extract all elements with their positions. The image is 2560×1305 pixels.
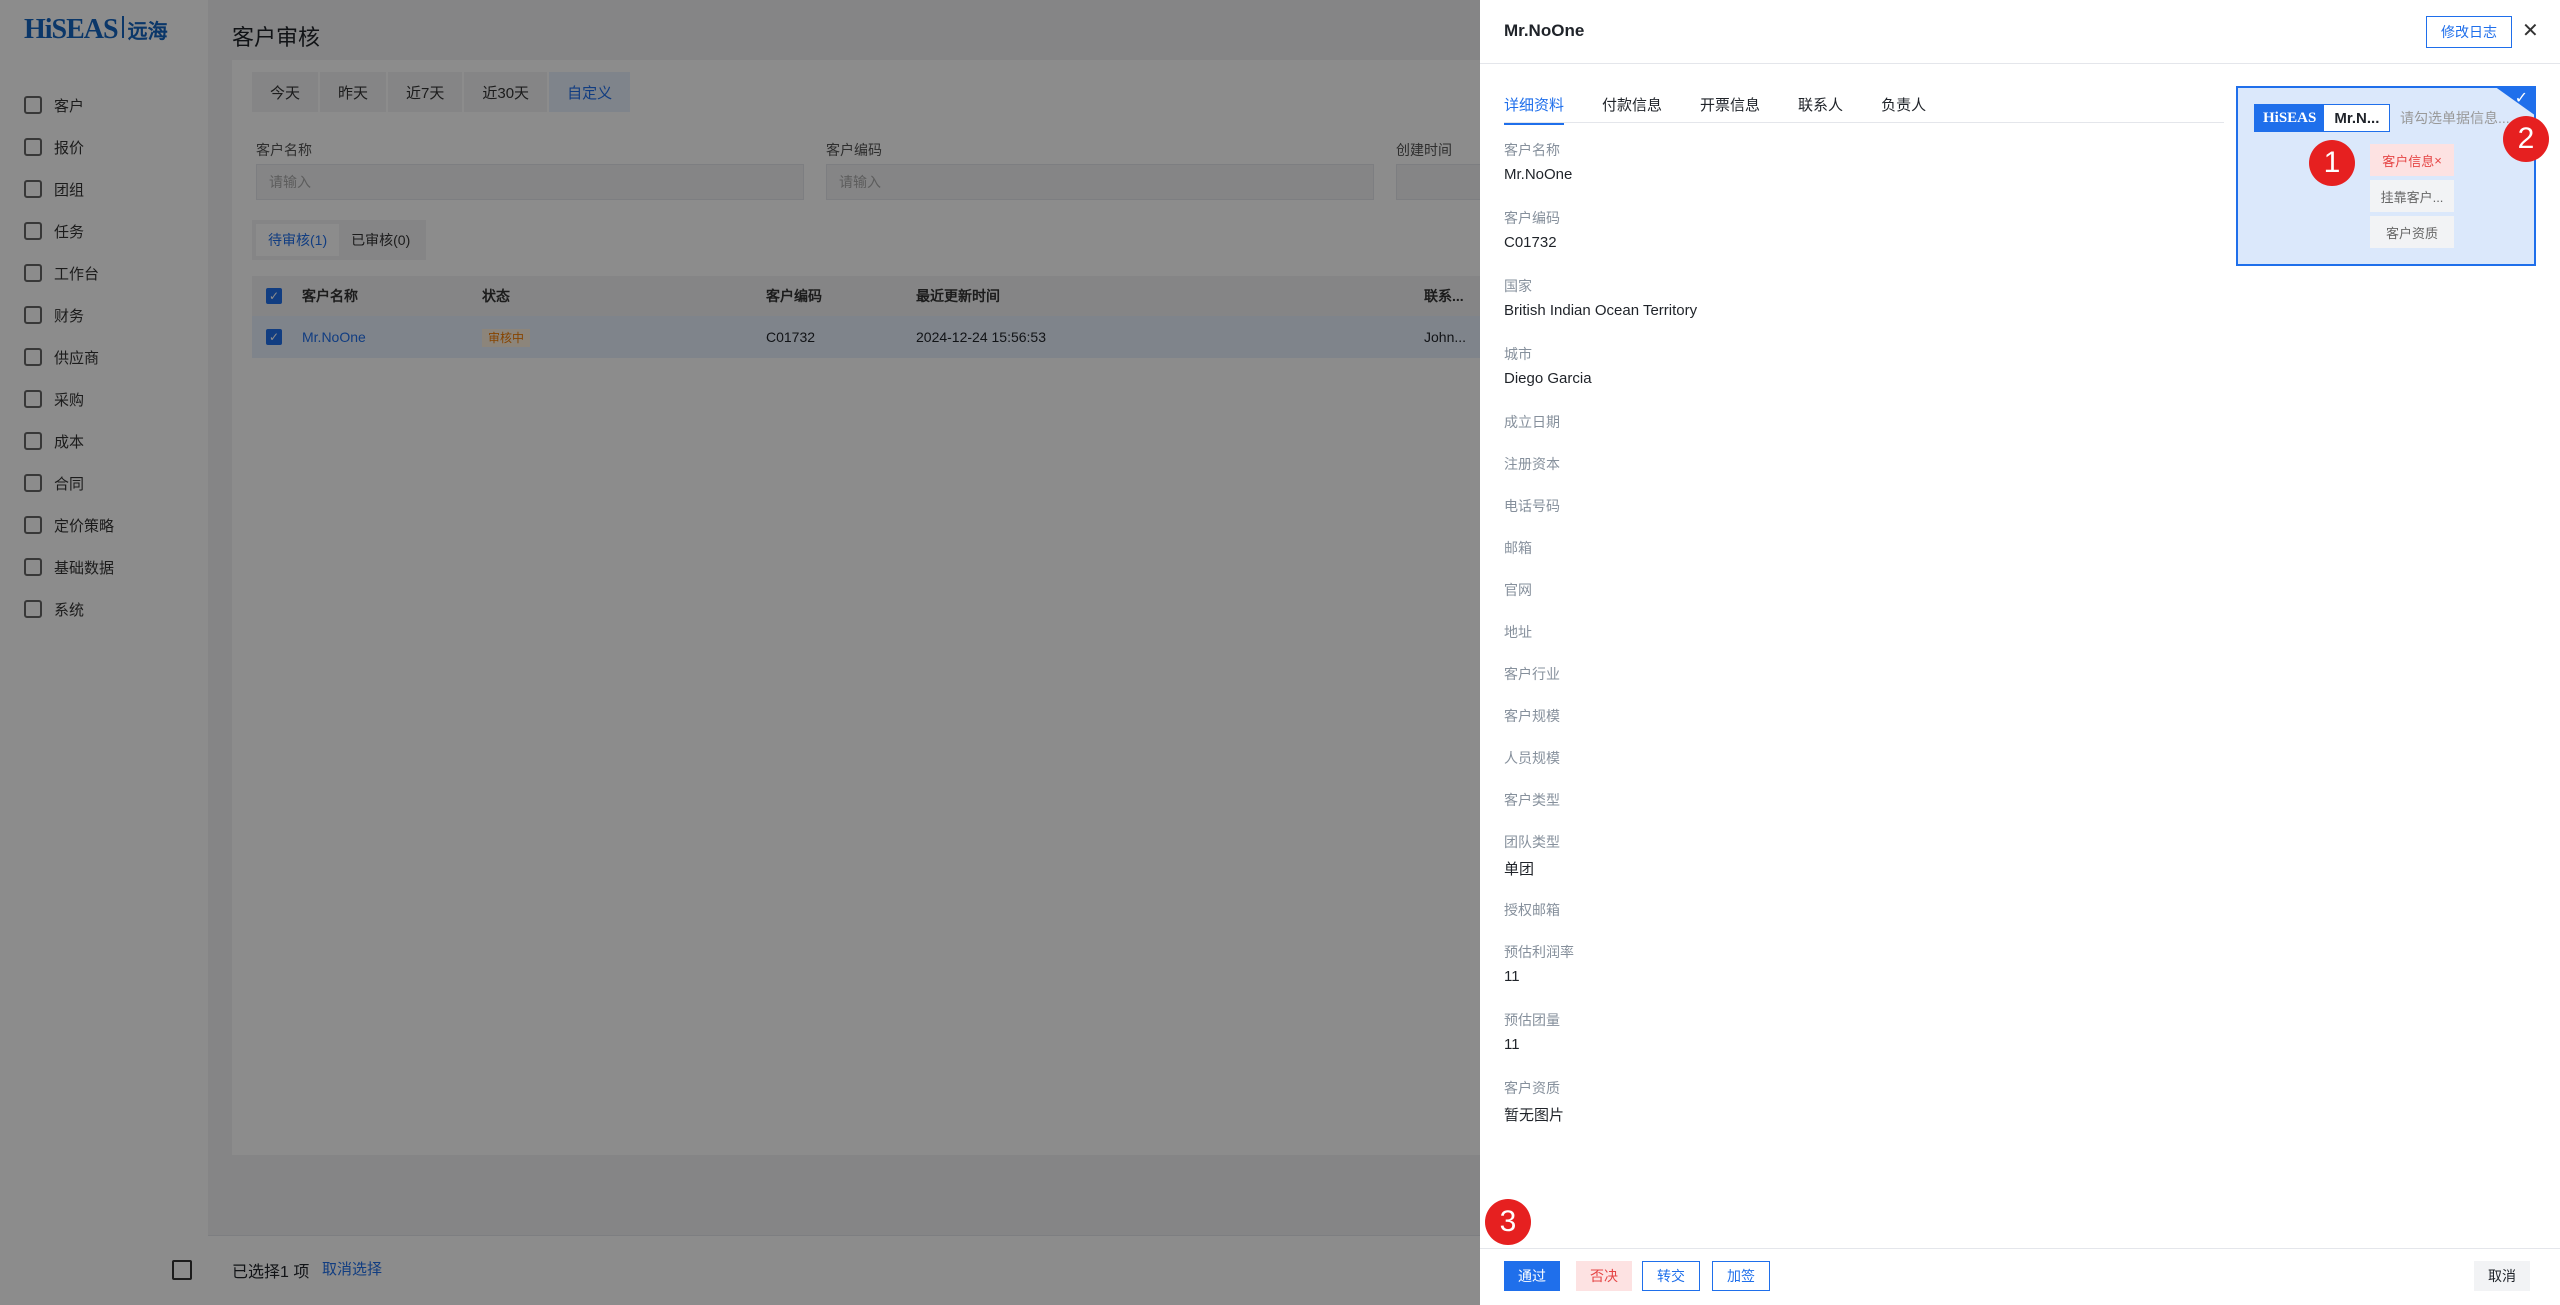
- field-label: 官网: [1504, 582, 1532, 598]
- detail-field: 国家 British Indian Ocean Territory: [1504, 276, 1697, 324]
- field-label: 客户行业: [1504, 666, 1560, 682]
- detail-field: 客户行业: [1504, 664, 1697, 684]
- field-value: British Indian Ocean Territory: [1504, 302, 1698, 319]
- detail-field: 人员规模: [1504, 748, 1697, 768]
- field-label: 预估团量: [1504, 1012, 1560, 1028]
- field-label: 客户名称: [1504, 142, 1560, 158]
- detail-field: 团队类型 单团: [1504, 832, 1697, 880]
- detail-field: 预估利润率 11: [1504, 942, 1697, 990]
- tab-details[interactable]: 详细资料: [1504, 94, 1565, 125]
- selector-brand: HiSEAS: [2255, 105, 2325, 131]
- selector-doc-tag: HiSEAS Mr.N...: [2254, 104, 2391, 132]
- detail-field: 客户规模: [1504, 706, 1697, 726]
- detail-field: 授权邮箱: [1504, 900, 1697, 920]
- detail-field: 客户名称 Mr.NoOne: [1504, 140, 1697, 188]
- detail-field: 地址: [1504, 622, 1697, 642]
- field-label: 注册资本: [1504, 456, 1560, 472]
- change-log-button[interactable]: 修改日志: [2426, 16, 2512, 48]
- field-label: 国家: [1504, 278, 1532, 294]
- detail-field: 官网: [1504, 580, 1697, 600]
- field-value: 11: [1504, 968, 1520, 985]
- tabs-divider: [1504, 122, 2224, 123]
- option-customer-qualification[interactable]: 客户资质: [2370, 216, 2454, 248]
- selector-placeholder: 请勾选单据信息...: [2400, 110, 2510, 126]
- field-label: 客户规模: [1504, 708, 1560, 724]
- transfer-button[interactable]: 转交: [1642, 1261, 1700, 1291]
- field-label: 预估利润率: [1504, 944, 1574, 960]
- approve-button[interactable]: 通过: [1504, 1261, 1560, 1291]
- tab-payment[interactable]: 付款信息: [1602, 94, 1662, 125]
- field-label: 人员规模: [1504, 750, 1560, 766]
- detail-field: 客户资质 暂无图片: [1504, 1078, 1697, 1126]
- annotation-badge-2: 2: [2503, 116, 2549, 162]
- drawer-title: Mr.NoOne: [1504, 21, 1585, 40]
- detail-field: 预估团量 11: [1504, 1010, 1697, 1058]
- field-label: 城市: [1504, 346, 1532, 362]
- tab-owner[interactable]: 负责人: [1881, 94, 1926, 125]
- detail-fields: 客户名称 Mr.NoOne 客户编码 C01732 国家 British Indian O…: [1504, 140, 1697, 1146]
- detail-field: 成立日期: [1504, 412, 1697, 432]
- field-label: 客户资质: [1504, 1080, 1560, 1096]
- field-label: 成立日期: [1504, 414, 1560, 430]
- detail-field: 客户编码 C01732: [1504, 208, 1697, 256]
- detail-field: 邮箱: [1504, 538, 1697, 558]
- field-label: 团队类型: [1504, 834, 1560, 850]
- field-label: 地址: [1504, 624, 1532, 640]
- selector-name: Mr.N...: [2334, 109, 2380, 127]
- modal-overlay[interactable]: [0, 0, 1480, 1305]
- tab-invoice[interactable]: 开票信息: [1700, 94, 1760, 125]
- add-sign-button[interactable]: 加签: [1712, 1261, 1770, 1291]
- detail-field: 电话号码: [1504, 496, 1697, 516]
- field-value: 单团: [1504, 861, 1535, 878]
- annotation-badge-3: 3: [1485, 1199, 1531, 1245]
- field-value: Diego Garcia: [1504, 370, 1592, 387]
- drawer-footer: 通过 否决 转交 加签 取消: [1480, 1248, 2560, 1305]
- field-label: 授权邮箱: [1504, 902, 1560, 918]
- document-selector[interactable]: ✓ HiSEAS Mr.N... 请勾选单据信息... 客户信息 × 挂靠客户.…: [2236, 86, 2536, 266]
- field-value: Mr.NoOne: [1504, 166, 1573, 183]
- close-icon[interactable]: ✕: [2522, 18, 2539, 43]
- detail-field: 注册资本: [1504, 454, 1697, 474]
- field-label: 电话号码: [1504, 498, 1560, 514]
- field-label: 客户类型: [1504, 792, 1560, 808]
- field-label: 客户编码: [1504, 210, 1560, 226]
- option-label: 客户信息: [2382, 153, 2435, 169]
- cancel-button[interactable]: 取消: [2474, 1261, 2530, 1291]
- reject-button[interactable]: 否决: [1576, 1261, 1632, 1291]
- check-icon: ✓: [2514, 90, 2528, 107]
- option-affiliated-customer[interactable]: 挂靠客户...: [2370, 180, 2454, 212]
- detail-field: 城市 Diego Garcia: [1504, 344, 1697, 392]
- tab-contacts[interactable]: 联系人: [1798, 94, 1843, 125]
- field-value: 暂无图片: [1504, 1107, 1565, 1124]
- drawer-tabs: 详细资料 付款信息 开票信息 联系人 负责人: [1504, 94, 1964, 125]
- field-label: 邮箱: [1504, 540, 1532, 556]
- annotation-badge-1: 1: [2309, 140, 2355, 186]
- option-customer-info[interactable]: 客户信息 ×: [2370, 144, 2454, 176]
- drawer-header: Mr.NoOne 修改日志 ✕: [1480, 0, 2560, 64]
- field-value: C01732: [1504, 234, 1557, 251]
- field-value: 11: [1504, 1036, 1520, 1053]
- remove-icon[interactable]: ×: [2434, 153, 2442, 168]
- detail-field: 客户类型: [1504, 790, 1697, 810]
